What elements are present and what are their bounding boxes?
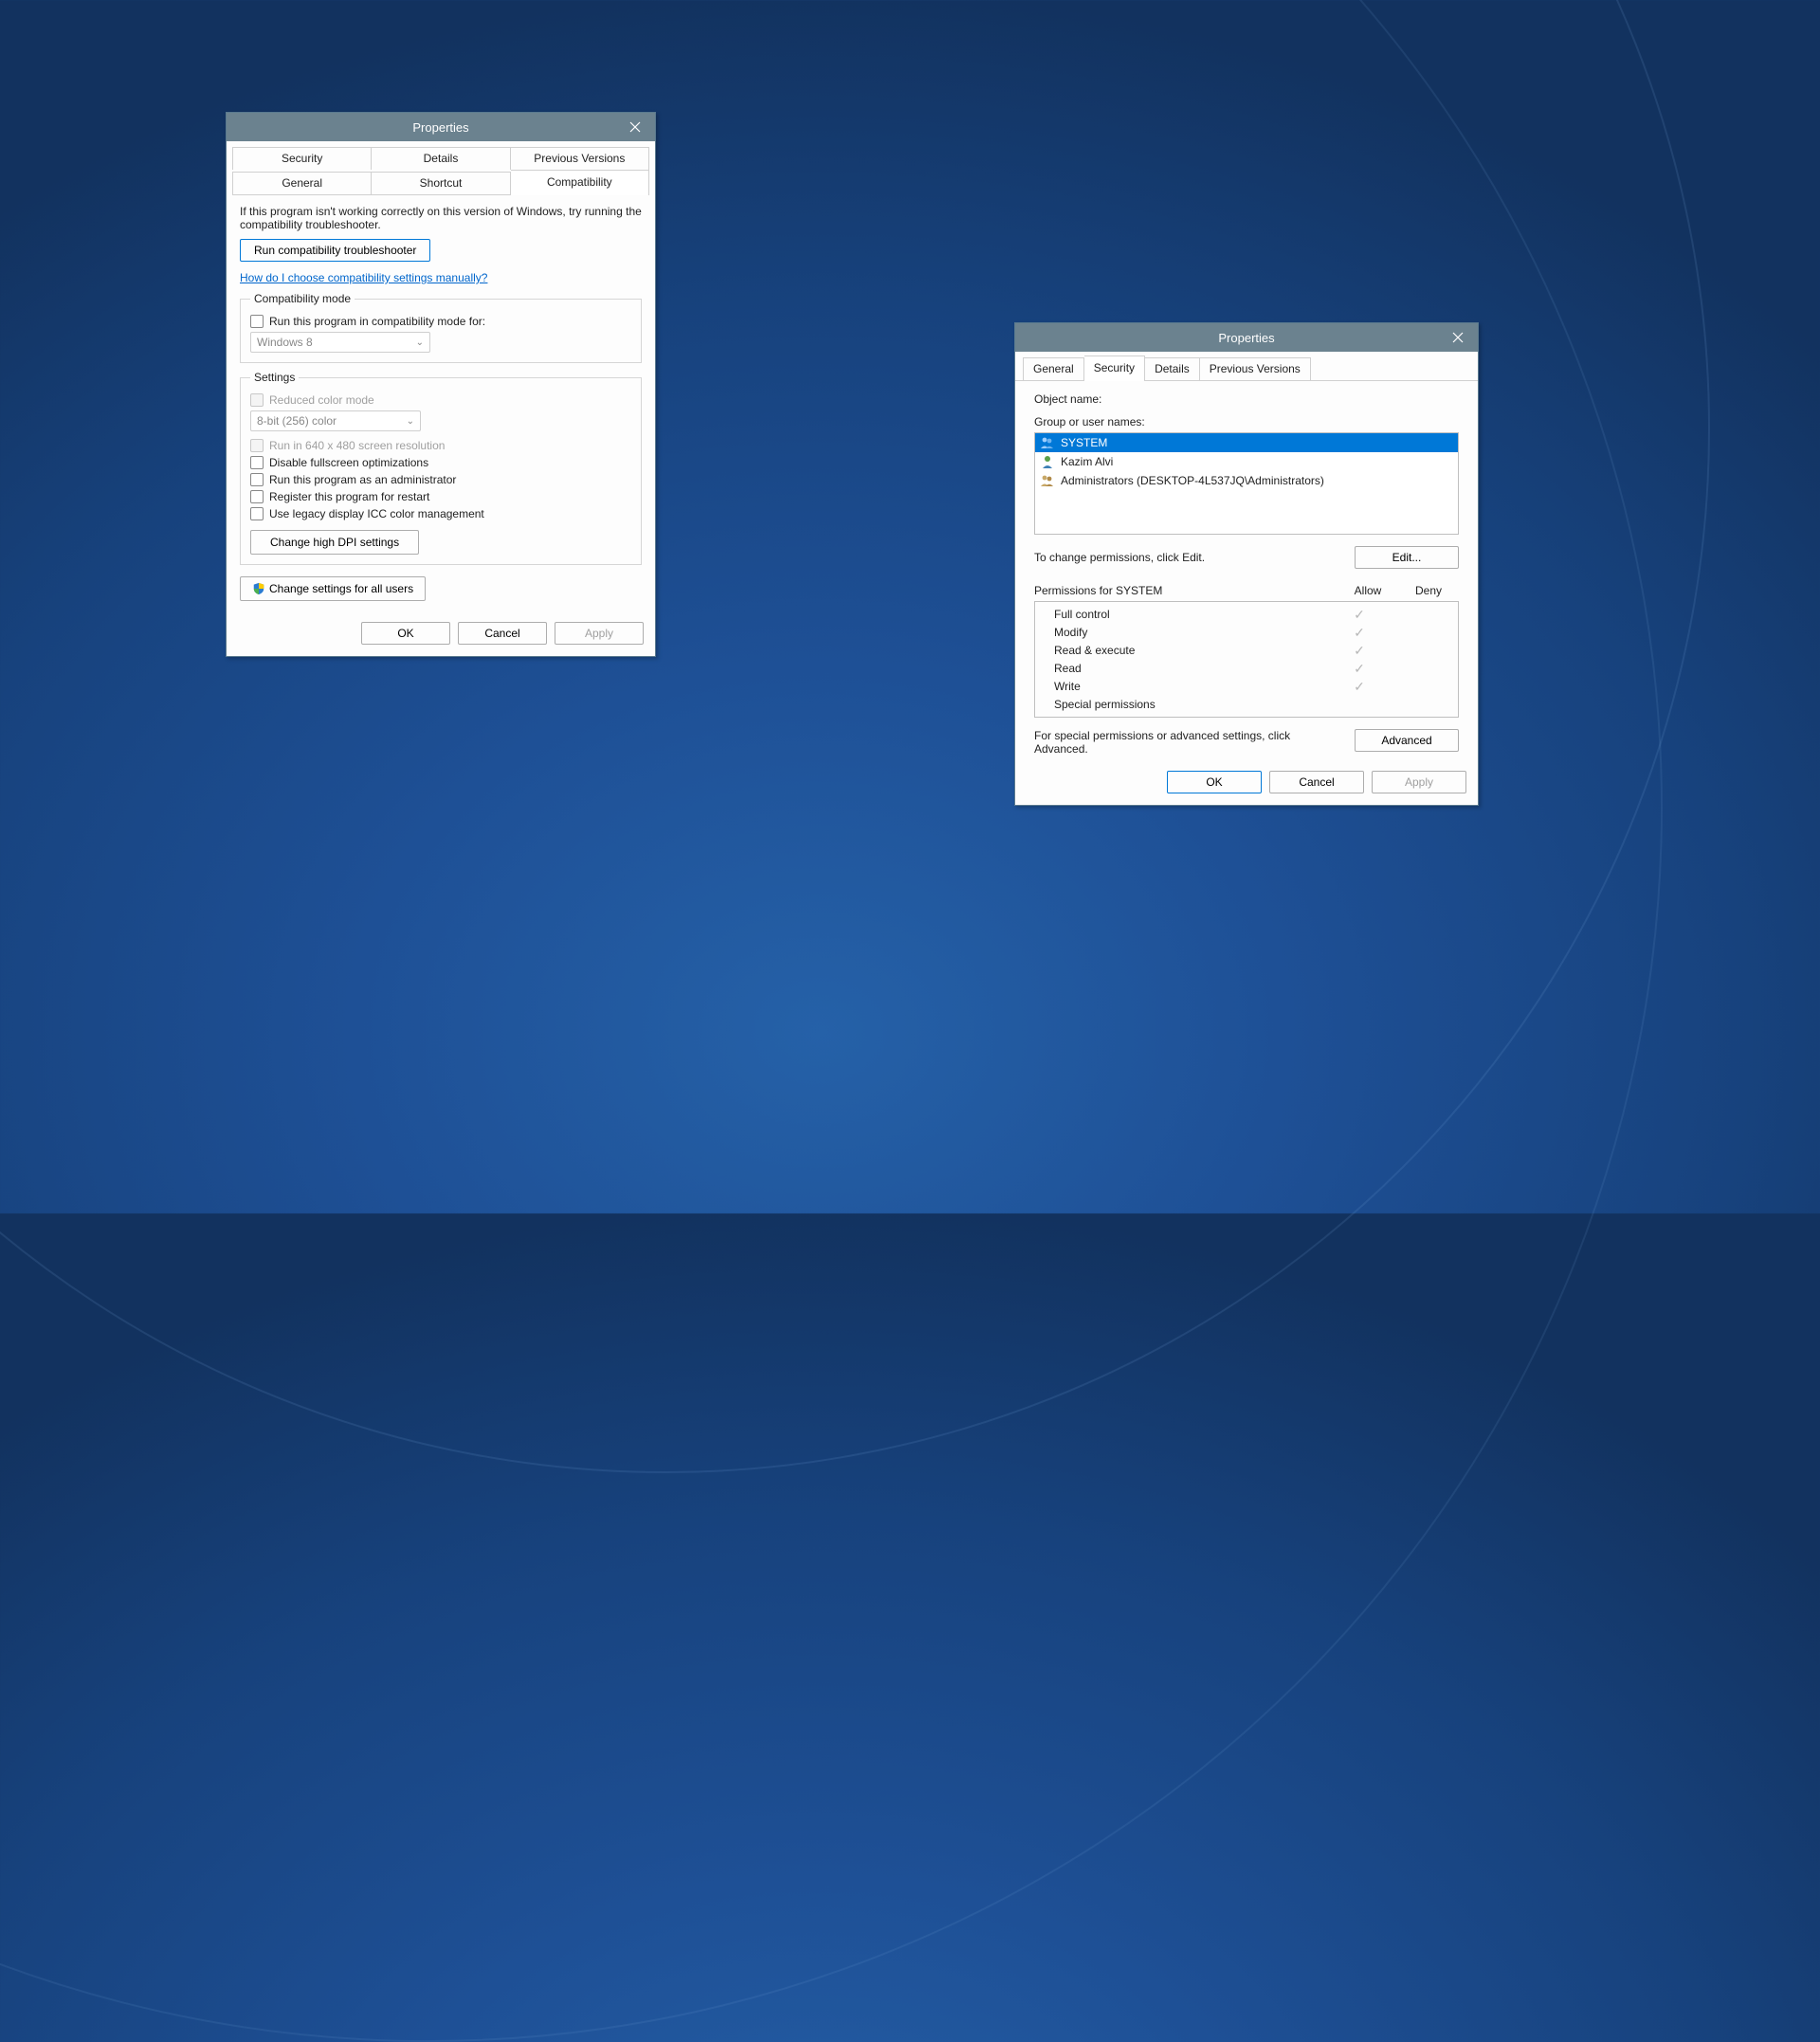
advanced-hint: For special permissions or advanced sett… bbox=[1034, 729, 1319, 756]
ok-button[interactable]: OK bbox=[361, 622, 450, 645]
list-item[interactable]: Administrators (DESKTOP-4L537JQ\Administ… bbox=[1035, 471, 1458, 490]
list-item[interactable]: Kazim Alvi bbox=[1035, 452, 1458, 471]
tab-details[interactable]: Details bbox=[372, 147, 510, 170]
run-admin-checkbox[interactable] bbox=[250, 473, 264, 486]
object-name-label: Object name: bbox=[1034, 392, 1459, 406]
close-icon bbox=[1452, 332, 1464, 343]
chevron-down-icon: ⌄ bbox=[407, 416, 414, 427]
perm-row: Read ✓ bbox=[1043, 660, 1450, 678]
group-icon bbox=[1040, 473, 1055, 488]
cancel-button[interactable]: Cancel bbox=[1269, 771, 1364, 793]
permissions-table: Full control ✓ Modify ✓ Read & execute ✓… bbox=[1034, 601, 1459, 718]
compat-os-select[interactable]: Windows 8 ⌄ bbox=[250, 332, 430, 353]
group-user-label: Group or user names: bbox=[1034, 415, 1459, 428]
compat-mode-label: Run this program in compatibility mode f… bbox=[269, 315, 485, 328]
run-admin-label: Run this program as an administrator bbox=[269, 473, 456, 486]
settings-legend: Settings bbox=[250, 371, 299, 384]
perm-name: Write bbox=[1054, 680, 1329, 694]
tab-details[interactable]: Details bbox=[1145, 357, 1200, 380]
apply-button: Apply bbox=[555, 622, 644, 645]
user-listbox[interactable]: SYSTEM Kazim Alvi Administrators (DESKTO… bbox=[1034, 432, 1459, 535]
color-mode-value: 8-bit (256) color bbox=[257, 414, 337, 428]
legacy-icc-checkbox[interactable] bbox=[250, 507, 264, 520]
settings-group: Settings Reduced color mode 8-bit (256) … bbox=[240, 371, 642, 565]
register-restart-label: Register this program for restart bbox=[269, 490, 429, 503]
change-permissions-hint: To change permissions, click Edit. bbox=[1034, 551, 1205, 564]
user-name: Kazim Alvi bbox=[1061, 455, 1113, 468]
run-640-label: Run in 640 x 480 screen resolution bbox=[269, 439, 445, 452]
disable-fullscreen-checkbox[interactable] bbox=[250, 456, 264, 469]
advanced-button[interactable]: Advanced bbox=[1355, 729, 1459, 752]
apply-button: Apply bbox=[1372, 771, 1466, 793]
register-restart-checkbox[interactable] bbox=[250, 490, 264, 503]
group-icon bbox=[1040, 435, 1055, 450]
perm-name: Read bbox=[1054, 662, 1329, 676]
tab-shortcut[interactable]: Shortcut bbox=[372, 172, 510, 194]
compat-mode-checkbox[interactable] bbox=[250, 315, 264, 328]
perm-name: Modify bbox=[1054, 626, 1329, 640]
deny-header: Deny bbox=[1398, 584, 1459, 597]
tab-security[interactable]: Security bbox=[1084, 356, 1145, 380]
compatibility-mode-group: Compatibility mode Run this program in c… bbox=[240, 292, 642, 363]
tab-previous-versions[interactable]: Previous Versions bbox=[1200, 357, 1311, 380]
list-item[interactable]: SYSTEM bbox=[1035, 433, 1458, 452]
properties-security-dialog: Properties General Security Details Prev… bbox=[1014, 322, 1479, 806]
reduced-color-checkbox bbox=[250, 393, 264, 407]
user-name: Administrators (DESKTOP-4L537JQ\Administ… bbox=[1061, 474, 1324, 487]
compat-os-value: Windows 8 bbox=[257, 336, 313, 349]
check-icon: ✓ bbox=[1354, 607, 1365, 622]
compat-mode-legend: Compatibility mode bbox=[250, 292, 355, 305]
tab-general[interactable]: General bbox=[232, 172, 372, 194]
intro-text: If this program isn't working correctly … bbox=[240, 205, 642, 231]
perm-row: Full control ✓ bbox=[1043, 606, 1450, 624]
check-icon: ✓ bbox=[1354, 625, 1365, 640]
user-icon bbox=[1040, 454, 1055, 469]
permissions-header: Permissions for SYSTEM bbox=[1034, 584, 1338, 597]
perm-row: Special permissions bbox=[1043, 696, 1450, 713]
tab-compatibility[interactable]: Compatibility bbox=[511, 170, 649, 194]
legacy-icc-label: Use legacy display ICC color management bbox=[269, 507, 484, 520]
close-button[interactable] bbox=[615, 113, 655, 141]
titlebar[interactable]: Properties bbox=[1015, 323, 1478, 352]
properties-compatibility-dialog: Properties Security Details Previous Ver… bbox=[226, 112, 656, 657]
titlebar[interactable]: Properties bbox=[227, 113, 655, 141]
check-icon: ✓ bbox=[1354, 679, 1365, 694]
change-all-users-label: Change settings for all users bbox=[269, 582, 413, 595]
perm-row: Read & execute ✓ bbox=[1043, 642, 1450, 660]
disable-fullscreen-label: Disable fullscreen optimizations bbox=[269, 456, 428, 469]
shield-icon bbox=[252, 582, 265, 595]
perm-name: Full control bbox=[1054, 608, 1329, 622]
close-icon bbox=[629, 121, 641, 133]
perm-name: Special permissions bbox=[1054, 698, 1329, 711]
change-all-users-button[interactable]: Change settings for all users bbox=[240, 576, 426, 601]
run-640-checkbox bbox=[250, 439, 264, 452]
check-icon: ✓ bbox=[1354, 643, 1365, 658]
run-troubleshooter-button[interactable]: Run compatibility troubleshooter bbox=[240, 239, 430, 262]
allow-header: Allow bbox=[1338, 584, 1398, 597]
window-title: Properties bbox=[1015, 331, 1478, 345]
tab-general[interactable]: General bbox=[1023, 357, 1084, 380]
ok-button[interactable]: OK bbox=[1167, 771, 1262, 793]
check-icon: ✓ bbox=[1354, 661, 1365, 676]
perm-name: Read & execute bbox=[1054, 644, 1329, 658]
cancel-button[interactable]: Cancel bbox=[458, 622, 547, 645]
tab-security[interactable]: Security bbox=[232, 147, 372, 170]
window-title: Properties bbox=[227, 120, 655, 135]
perm-row: Write ✓ bbox=[1043, 678, 1450, 696]
edit-button[interactable]: Edit... bbox=[1355, 546, 1459, 569]
chevron-down-icon: ⌄ bbox=[416, 337, 424, 348]
color-mode-select: 8-bit (256) color ⌄ bbox=[250, 410, 421, 431]
reduced-color-label: Reduced color mode bbox=[269, 393, 374, 407]
manual-settings-link[interactable]: How do I choose compatibility settings m… bbox=[240, 271, 487, 284]
close-button[interactable] bbox=[1438, 323, 1478, 352]
tab-previous-versions[interactable]: Previous Versions bbox=[511, 147, 649, 170]
change-dpi-button[interactable]: Change high DPI settings bbox=[250, 530, 419, 555]
perm-row: Modify ✓ bbox=[1043, 624, 1450, 642]
user-name: SYSTEM bbox=[1061, 436, 1107, 449]
